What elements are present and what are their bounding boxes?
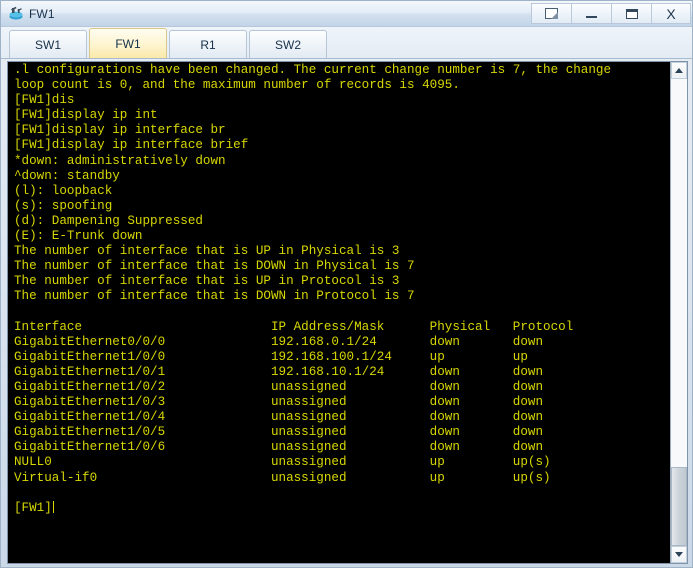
title-bar[interactable]: FW1 X bbox=[1, 1, 692, 27]
terminal-line: GigabitEthernet1/0/4 unassigned down dow… bbox=[14, 410, 544, 425]
window-title: FW1 bbox=[29, 6, 55, 21]
terminal-line: [FW1] bbox=[14, 500, 54, 515]
close-icon: X bbox=[666, 5, 676, 22]
terminal-line: The number of interface that is UP in Pr… bbox=[14, 274, 400, 289]
device-tab-bar: SW1 FW1 R1 SW2 bbox=[1, 27, 692, 59]
scroll-down-icon bbox=[675, 552, 683, 557]
tab-label: SW1 bbox=[34, 37, 61, 52]
scroll-up-icon bbox=[675, 68, 683, 73]
close-window-button[interactable]: X bbox=[651, 3, 691, 24]
tab-fw1[interactable]: FW1 bbox=[89, 28, 167, 58]
tab-r1[interactable]: R1 bbox=[169, 30, 247, 58]
terminal-line: (s): spoofing bbox=[14, 198, 113, 213]
tab-sw2[interactable]: SW2 bbox=[249, 30, 327, 58]
terminal-scrollbar[interactable] bbox=[670, 62, 687, 563]
tab-label: FW1 bbox=[115, 36, 141, 51]
terminal-line: .l configurations have been changed. The… bbox=[14, 63, 612, 77]
tab-label: R1 bbox=[200, 37, 216, 52]
scrollbar-track[interactable] bbox=[671, 79, 687, 546]
restore-icon bbox=[545, 8, 558, 19]
minimize-icon bbox=[586, 16, 597, 18]
terminal-line: GigabitEthernet0/0/0 192.168.0.1/24 down… bbox=[14, 334, 544, 349]
terminal-line: (l): loopback bbox=[14, 183, 113, 198]
terminal-line: GigabitEthernet1/0/1 192.168.10.1/24 dow… bbox=[14, 364, 544, 379]
terminal-line: [FW1]display ip interface brief bbox=[14, 138, 249, 153]
terminal-line: (d): Dampening Suppressed bbox=[14, 213, 203, 228]
terminal-window: FW1 X SW1 FW1 R1 SW2 .l configurations h… bbox=[0, 0, 693, 568]
terminal-line: GigabitEthernet1/0/0 192.168.100.1/24 up… bbox=[14, 349, 528, 364]
minimize-window-button[interactable] bbox=[571, 3, 611, 24]
terminal-line: (E): E-Trunk down bbox=[14, 229, 143, 244]
scroll-down-button[interactable] bbox=[671, 546, 687, 563]
terminal-line: Virtual-if0 unassigned up up(s) bbox=[14, 470, 551, 485]
terminal-line: GigabitEthernet1/0/3 unassigned down dow… bbox=[14, 395, 544, 410]
maximize-window-button[interactable] bbox=[611, 3, 651, 24]
window-controls: X bbox=[531, 3, 691, 25]
terminal-line: GigabitEthernet1/0/2 unassigned down dow… bbox=[14, 379, 544, 394]
terminal-line: [FW1]display ip interface br bbox=[14, 123, 226, 138]
terminal-line: Interface IP Address/Mask Physical Proto… bbox=[14, 319, 574, 334]
tab-sw1[interactable]: SW1 bbox=[9, 30, 87, 58]
terminal-line: NULL0 unassigned up up(s) bbox=[14, 455, 551, 470]
scrollbar-thumb[interactable] bbox=[671, 467, 687, 546]
restore-window-button[interactable] bbox=[531, 3, 571, 24]
terminal-line: [FW1]dis bbox=[14, 93, 75, 108]
terminal-line: The number of interface that is UP in Ph… bbox=[14, 244, 400, 259]
terminal-line: *down: administratively down bbox=[14, 153, 226, 168]
terminal-line: GigabitEthernet1/0/5 unassigned down dow… bbox=[14, 425, 544, 440]
terminal-line: ^down: standby bbox=[14, 168, 120, 183]
terminal-line: The number of interface that is DOWN in … bbox=[14, 259, 415, 274]
terminal-output[interactable]: .l configurations have been changed. The… bbox=[8, 62, 670, 563]
scroll-up-button[interactable] bbox=[671, 62, 687, 79]
terminal-line: GigabitEthernet1/0/6 unassigned down dow… bbox=[14, 440, 544, 455]
terminal-frame: .l configurations have been changed. The… bbox=[7, 61, 688, 564]
maximize-icon bbox=[625, 8, 638, 19]
router-icon bbox=[7, 5, 25, 23]
terminal-line: The number of interface that is DOWN in … bbox=[14, 289, 415, 304]
terminal-line: loop count is 0, and the maximum number … bbox=[14, 78, 460, 93]
terminal-cursor bbox=[52, 500, 54, 513]
terminal-line: [FW1]display ip int bbox=[14, 108, 158, 123]
tab-label: SW2 bbox=[274, 37, 301, 52]
